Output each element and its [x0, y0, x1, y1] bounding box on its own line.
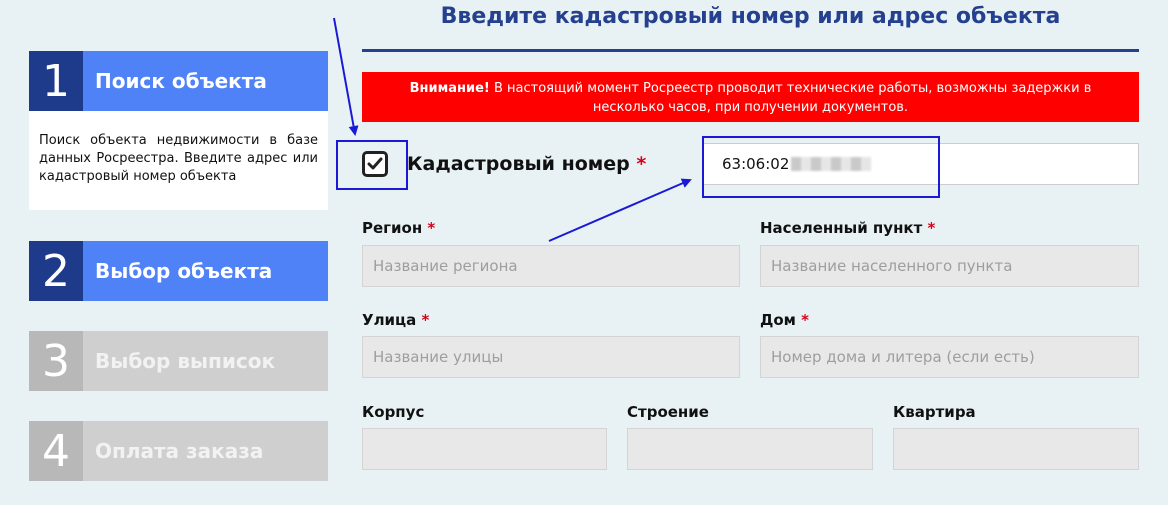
annotation-arrows [333, 17, 692, 242]
annotation-arrow-input [548, 178, 692, 242]
annotation-arrow-checkbox [333, 17, 359, 136]
